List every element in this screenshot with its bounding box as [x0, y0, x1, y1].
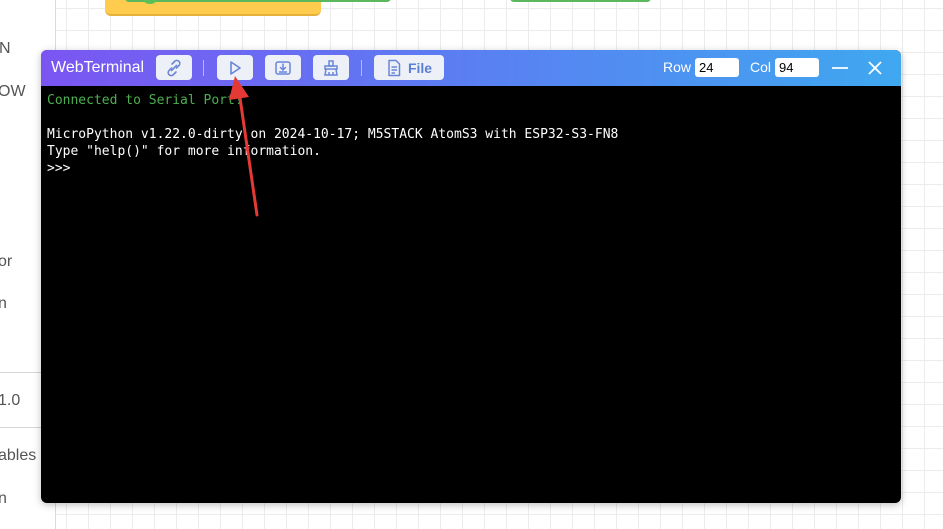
- code-block-yellow[interactable]: [105, 0, 321, 16]
- terminal-line: ​: [47, 109, 895, 126]
- connect-button[interactable]: [156, 55, 192, 80]
- side-fragment: n: [0, 490, 7, 507]
- side-fragment: 1.0: [0, 392, 21, 409]
- side-fragment: n: [0, 295, 7, 312]
- link-broken-icon: [167, 59, 181, 76]
- side-fragment: N: [0, 40, 11, 57]
- side-divider: [0, 372, 41, 373]
- side-divider: [0, 427, 41, 428]
- terminal-output[interactable]: Connected to Serial Port!​MicroPython v1…: [47, 92, 895, 503]
- code-block-green[interactable]: [510, 0, 651, 2]
- download-to-device-icon: [275, 60, 291, 75]
- file-button[interactable]: File: [374, 55, 444, 80]
- col-label: Col: [750, 59, 772, 75]
- side-fragment: ables: [0, 447, 37, 464]
- code-block-slot[interactable]: [125, 0, 391, 2]
- col-input[interactable]: [775, 58, 819, 77]
- minimize-icon: [832, 67, 848, 69]
- side-fragment: or: [0, 253, 13, 270]
- close-button[interactable]: [862, 56, 888, 80]
- side-fragment: OW: [0, 83, 26, 100]
- broom-icon: [324, 59, 338, 76]
- toolbar-separator: [361, 60, 362, 76]
- terminal-line: Type "help()" for more information.: [47, 144, 321, 159]
- file-icon: [388, 59, 401, 76]
- file-button-label: File: [407, 59, 433, 76]
- row-label: Row: [663, 59, 692, 75]
- clear-button[interactable]: [313, 55, 349, 80]
- play-icon: [230, 60, 241, 75]
- terminal-title: WebTerminal: [51, 59, 145, 76]
- minimize-button[interactable]: [827, 56, 853, 80]
- download-button[interactable]: [265, 55, 301, 80]
- terminal-titlebar[interactable]: WebTerminal File Row 24 Col 94: [41, 50, 901, 86]
- run-button[interactable]: [217, 55, 253, 80]
- row-input[interactable]: [695, 58, 739, 77]
- close-icon: [868, 61, 882, 75]
- terminal-line-connected: Connected to Serial Port!: [47, 93, 243, 108]
- toolbar-separator: [203, 60, 204, 76]
- terminal-prompt: >>>: [47, 161, 71, 176]
- terminal-line: MicroPython v1.22.0-dirty on 2024-10-17;…: [47, 127, 619, 142]
- web-terminal-window: WebTerminal File Row 24 Col 94 Connected…: [41, 50, 901, 503]
